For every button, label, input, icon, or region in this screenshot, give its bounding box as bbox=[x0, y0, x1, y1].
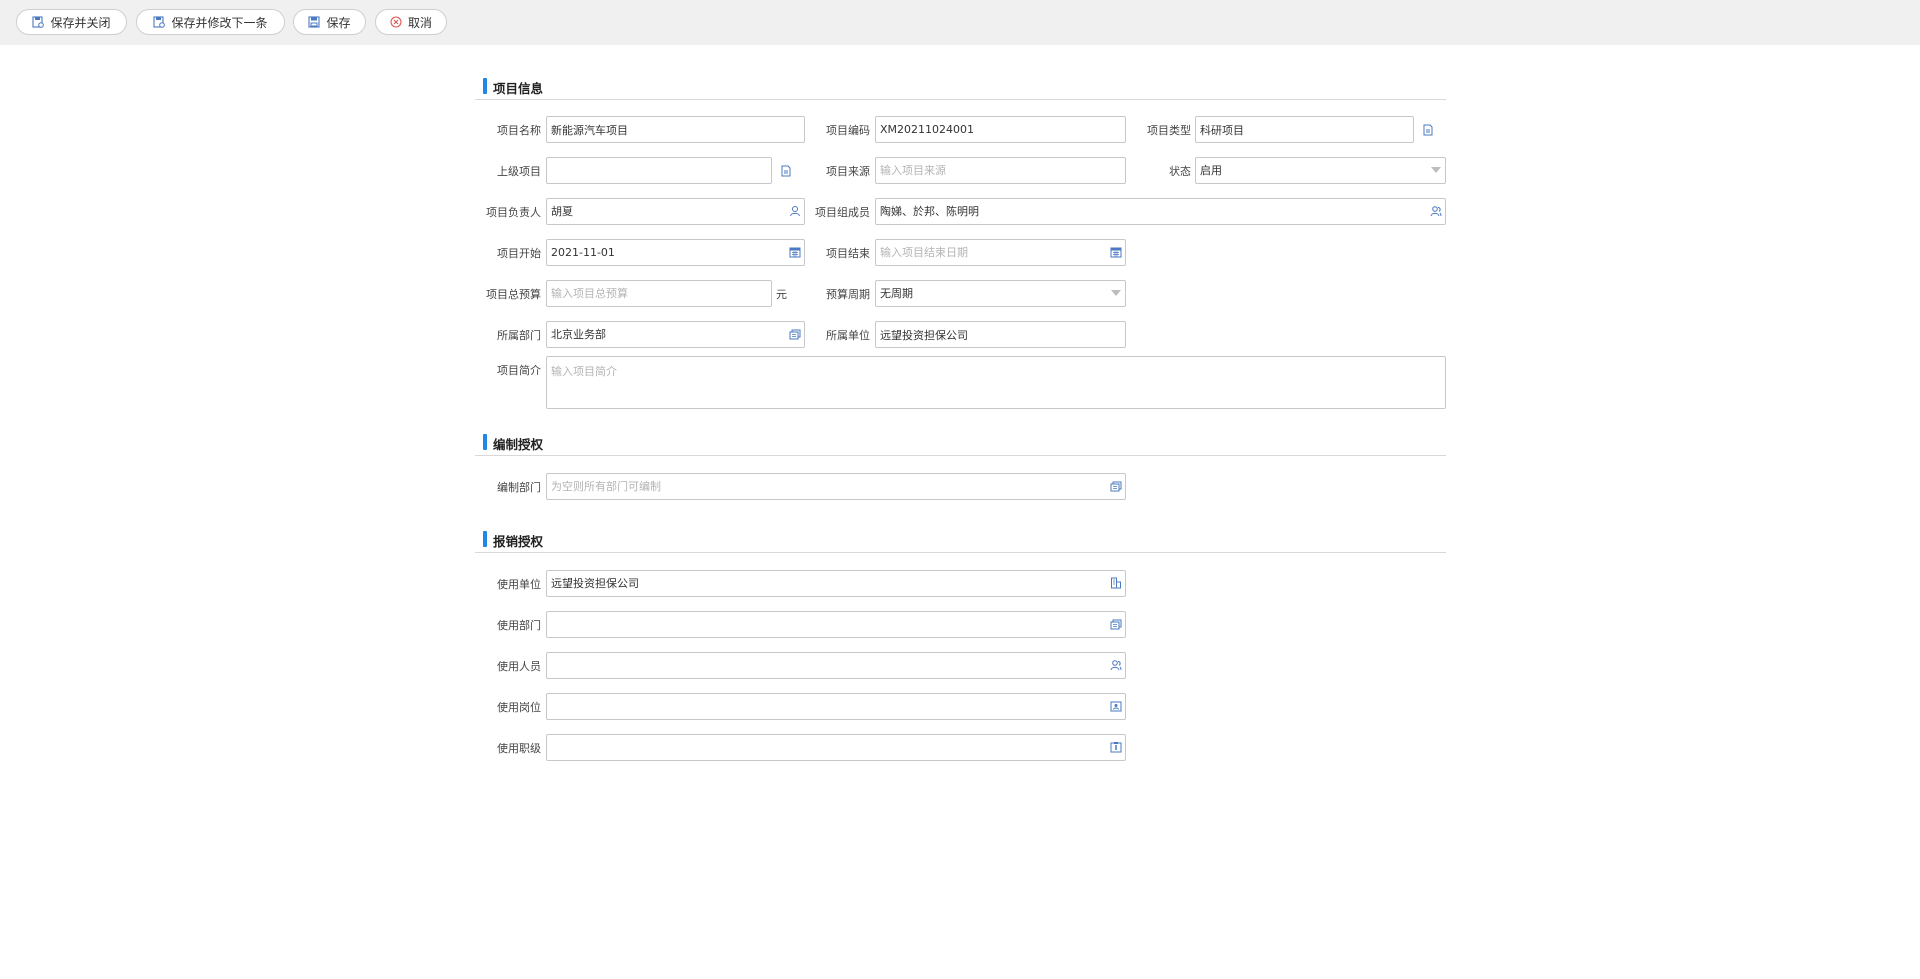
use-rank-input[interactable] bbox=[546, 734, 1126, 761]
project-type-input[interactable] bbox=[1195, 116, 1414, 143]
section-edit-auth: 编制授权 bbox=[475, 432, 1446, 456]
intro-textarea[interactable] bbox=[546, 356, 1446, 409]
use-unit-value: 远望投资担保公司 bbox=[551, 577, 639, 590]
budget-period-label: 预算周期 bbox=[826, 288, 870, 301]
status-value: 启用 bbox=[1200, 164, 1222, 177]
use-unit-label: 使用单位 bbox=[497, 578, 541, 591]
project-code-label: 项目编码 bbox=[826, 124, 870, 137]
use-dept-label: 使用部门 bbox=[497, 619, 541, 632]
project-name-label: 项目名称 bbox=[497, 124, 541, 137]
calendar-icon[interactable] bbox=[789, 246, 801, 258]
edit-dept-placeholder: 为空则所有部门可编制 bbox=[551, 480, 661, 493]
id-card-icon[interactable] bbox=[1110, 700, 1122, 712]
save-label: 保存 bbox=[326, 15, 351, 30]
section-title-text: 报销授权 bbox=[493, 534, 544, 549]
use-post-label: 使用岗位 bbox=[497, 701, 541, 714]
project-leader-value: 胡夏 bbox=[551, 205, 573, 218]
project-start-label: 项目开始 bbox=[497, 247, 541, 260]
toolbar: 保存并关闭 保存并修改下一条 保存 取消 bbox=[0, 0, 1920, 45]
project-end-label: 项目结束 bbox=[826, 247, 870, 260]
use-unit-input[interactable]: 远望投资担保公司 bbox=[546, 570, 1126, 597]
status-label: 状态 bbox=[1169, 165, 1191, 178]
section-accent-bar bbox=[483, 78, 487, 94]
unit-label: 所属单位 bbox=[826, 329, 870, 342]
section-title-text: 项目信息 bbox=[493, 81, 544, 96]
section-accent-bar bbox=[483, 434, 487, 450]
budget-label: 项目总预算 bbox=[486, 288, 541, 301]
project-start-input[interactable]: 2021-11-01 bbox=[546, 239, 805, 266]
parent-project-label: 上级项目 bbox=[497, 165, 541, 178]
badge-icon[interactable] bbox=[1110, 741, 1122, 753]
project-type-label: 项目类型 bbox=[1147, 124, 1191, 137]
edit-dept-input[interactable]: 为空则所有部门可编制 bbox=[546, 473, 1126, 500]
calendar-icon[interactable] bbox=[1110, 246, 1122, 258]
user-picker-icon[interactable] bbox=[789, 205, 801, 217]
department-value: 北京业务部 bbox=[551, 328, 606, 341]
use-person-label: 使用人员 bbox=[497, 660, 541, 673]
chevron-down-icon bbox=[1111, 290, 1121, 296]
project-source-input[interactable] bbox=[875, 157, 1126, 184]
project-members-label: 项目组成员 bbox=[815, 206, 870, 219]
department-label: 所属部门 bbox=[497, 329, 541, 342]
cancel-circle-icon bbox=[390, 16, 402, 28]
save-next-button[interactable]: 保存并修改下一条 bbox=[136, 9, 285, 35]
edit-dept-label: 编制部门 bbox=[497, 481, 541, 494]
project-end-placeholder: 输入项目结束日期 bbox=[880, 246, 968, 259]
save-close-label: 保存并关闭 bbox=[50, 15, 111, 30]
building-icon[interactable] bbox=[1110, 577, 1122, 589]
project-members-value: 陶娣、於邦、陈明明 bbox=[880, 205, 979, 218]
section-accent-bar bbox=[483, 531, 487, 547]
project-end-input[interactable]: 输入项目结束日期 bbox=[875, 239, 1126, 266]
use-post-input[interactable] bbox=[546, 693, 1126, 720]
budget-period-value: 无周期 bbox=[880, 287, 913, 300]
save-next-label: 保存并修改下一条 bbox=[171, 15, 268, 30]
save-close-button[interactable]: 保存并关闭 bbox=[16, 9, 127, 35]
use-person-input[interactable] bbox=[546, 652, 1126, 679]
department-input[interactable]: 北京业务部 bbox=[546, 321, 805, 348]
chevron-down-icon bbox=[1431, 167, 1441, 173]
users-picker-icon[interactable] bbox=[1430, 205, 1442, 217]
budget-period-select[interactable]: 无周期 bbox=[875, 280, 1126, 307]
project-source-label: 项目来源 bbox=[826, 165, 870, 178]
org-picker-icon[interactable] bbox=[1110, 618, 1122, 630]
budget-unit: 元 bbox=[776, 288, 787, 301]
users-picker-icon[interactable] bbox=[1110, 659, 1122, 671]
section-project-info: 项目信息 bbox=[475, 76, 1446, 100]
project-leader-label: 项目负责人 bbox=[486, 206, 541, 219]
cancel-button[interactable]: 取消 bbox=[375, 9, 447, 35]
save-close-icon bbox=[32, 16, 45, 28]
section-reimburse-auth: 报销授权 bbox=[475, 529, 1446, 553]
document-picker-icon[interactable] bbox=[1422, 124, 1434, 136]
project-members-input[interactable]: 陶娣、於邦、陈明明 bbox=[875, 198, 1446, 225]
unit-input[interactable] bbox=[875, 321, 1126, 348]
project-start-value: 2021-11-01 bbox=[551, 246, 615, 259]
floppy-icon bbox=[308, 16, 321, 28]
document-picker-icon[interactable] bbox=[780, 165, 792, 177]
intro-label: 项目简介 bbox=[497, 364, 541, 377]
section-title-text: 编制授权 bbox=[493, 437, 544, 452]
org-picker-icon[interactable] bbox=[1110, 480, 1122, 492]
project-name-input[interactable] bbox=[546, 116, 805, 143]
cancel-label: 取消 bbox=[407, 15, 432, 30]
save-next-icon bbox=[153, 16, 166, 28]
parent-project-input[interactable] bbox=[546, 157, 772, 184]
use-rank-label: 使用职级 bbox=[497, 742, 541, 755]
use-dept-input[interactable] bbox=[546, 611, 1126, 638]
org-picker-icon[interactable] bbox=[789, 328, 801, 340]
budget-input[interactable] bbox=[546, 280, 772, 307]
save-button[interactable]: 保存 bbox=[293, 9, 366, 35]
project-code-input[interactable] bbox=[875, 116, 1126, 143]
status-select[interactable]: 启用 bbox=[1195, 157, 1446, 184]
project-leader-input[interactable]: 胡夏 bbox=[546, 198, 805, 225]
